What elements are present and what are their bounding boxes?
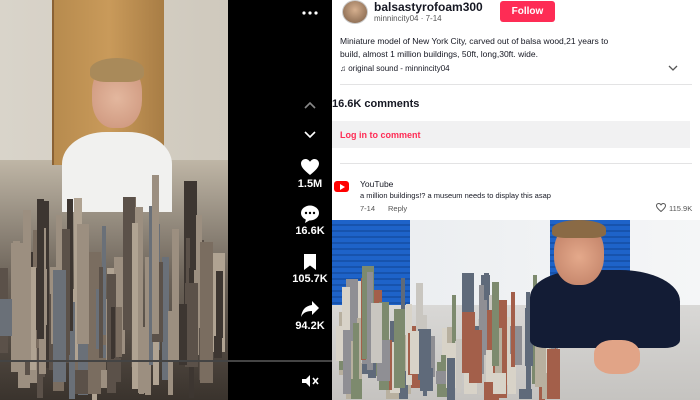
- chevron-down-icon: [285, 130, 332, 140]
- model-building: [77, 224, 89, 344]
- model-building: [99, 267, 103, 358]
- model-building: [111, 307, 115, 359]
- like-count: 1.5M: [297, 178, 323, 190]
- chevron-down-icon[interactable]: [668, 64, 678, 74]
- model-building: [179, 304, 187, 365]
- model-building: [511, 292, 515, 367]
- avatar[interactable]: [342, 0, 368, 24]
- player-side-controls: 1.5M 16.6K 105.7K 94.2K: [285, 0, 332, 400]
- model-building: [0, 299, 12, 336]
- model-building: [493, 373, 506, 394]
- model-building: [492, 282, 499, 366]
- youtube-logo-icon[interactable]: [334, 181, 349, 192]
- speaker-muted-icon: [285, 374, 332, 388]
- share-count: 94.2K: [295, 320, 325, 332]
- like-button[interactable]: 1.5M: [285, 158, 332, 190]
- comment-date: 7-14: [360, 204, 376, 213]
- model-building: [23, 210, 31, 362]
- model-building: [447, 358, 455, 400]
- model-building: [168, 311, 173, 395]
- comment-text: a million buildings!? a museum needs to …: [360, 191, 551, 200]
- comment-author[interactable]: YouTube: [360, 179, 393, 189]
- model-building: [394, 309, 405, 388]
- builder-torso: [530, 270, 680, 348]
- more-button[interactable]: [285, 10, 332, 16]
- more-dots-icon: [285, 10, 332, 16]
- model-building: [214, 336, 222, 358]
- comments-total: 16.6K comments: [332, 98, 420, 110]
- heart-outline-icon: [655, 202, 667, 214]
- model-building: [371, 303, 382, 363]
- model-building: [216, 271, 223, 338]
- video-player[interactable]: 1.5M 16.6K 105.7K 94.2K: [0, 0, 332, 400]
- next-video-button[interactable]: [285, 130, 332, 140]
- model-building: [456, 339, 462, 385]
- save-button[interactable]: 105.7K: [285, 253, 332, 285]
- follow-button[interactable]: Follow: [500, 1, 555, 22]
- post-date: 7-14: [425, 14, 442, 23]
- comment-count: 16.6K: [295, 225, 325, 237]
- share-arrow-icon: [285, 300, 332, 318]
- model-building: [351, 379, 362, 399]
- save-count: 105.7K: [292, 273, 328, 285]
- reply-button[interactable]: Reply: [388, 204, 407, 213]
- post-panel: balsastyrofoam300 minnincity04 · 7-14 Fo…: [332, 0, 700, 220]
- model-building: [115, 307, 122, 357]
- presenter-hair: [90, 58, 144, 82]
- model-building: [37, 199, 44, 339]
- login-to-comment-link[interactable]: Log in to comment: [340, 130, 421, 140]
- share-button[interactable]: 94.2K: [285, 300, 332, 332]
- comment-bubble-icon: [285, 205, 332, 223]
- model-building: [410, 331, 419, 374]
- mute-button[interactable]: [285, 374, 332, 388]
- previous-video-button[interactable]: [285, 100, 332, 110]
- model-building: [172, 229, 179, 362]
- video-progress-bar[interactable]: [0, 360, 332, 362]
- model-building: [13, 241, 20, 352]
- model-building: [53, 270, 66, 382]
- model-building: [547, 349, 560, 399]
- comment-like-count: 115.9K: [669, 204, 693, 213]
- model-building: [152, 175, 159, 334]
- builder-hair: [552, 220, 606, 238]
- model-building: [526, 362, 531, 391]
- login-bar[interactable]: Log in to comment: [332, 121, 690, 148]
- divider: [340, 163, 692, 164]
- comment-photo: [332, 220, 700, 400]
- model-building: [418, 329, 431, 380]
- sound-link[interactable]: ♫ original sound - minnincity04: [340, 64, 450, 73]
- author-username[interactable]: balsastyrofoam300: [374, 0, 483, 14]
- bookmark-icon: [285, 253, 332, 271]
- author-submeta: minnincity04 · 7-14: [374, 14, 442, 23]
- heart-icon: [285, 158, 332, 176]
- model-building: [469, 339, 480, 374]
- chevron-up-icon: [285, 100, 332, 110]
- divider: [340, 84, 692, 85]
- model-building: [343, 330, 351, 394]
- video-city-model: [0, 175, 228, 400]
- model-building: [75, 370, 88, 394]
- builder-hands: [594, 340, 640, 374]
- comment-button[interactable]: 16.6K: [285, 205, 332, 237]
- post-caption: Miniature model of New York City, carved…: [340, 36, 609, 59]
- video-frame[interactable]: [0, 0, 228, 400]
- author-handle[interactable]: minnincity04: [374, 14, 418, 23]
